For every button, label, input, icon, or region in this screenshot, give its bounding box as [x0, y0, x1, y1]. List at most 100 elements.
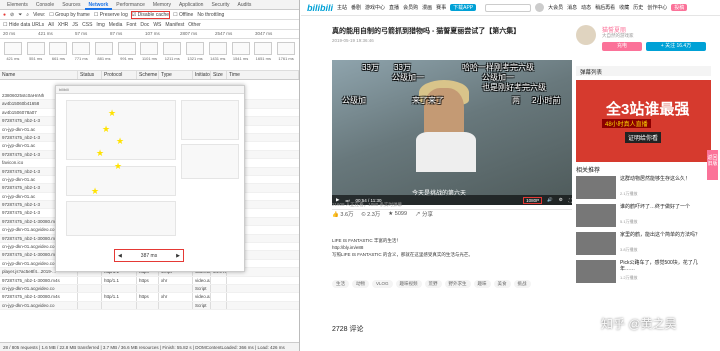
tag[interactable]: 美食 — [493, 280, 511, 288]
table-row[interactable]: 97287475_nb2-1-30080.m4s http/1.1httpsxhr… — [0, 276, 299, 285]
tab-application[interactable]: Application — [175, 0, 207, 10]
right-nav-item[interactable]: 大会员 — [548, 4, 563, 11]
filmstrip-frame[interactable]: 881 ms — [94, 42, 114, 67]
filmstrip-frame[interactable]: 551 ms — [26, 42, 46, 67]
search-input[interactable] — [485, 3, 532, 12]
bilibili-logo[interactable]: bilibili — [307, 3, 333, 13]
table-row[interactable]: 97287475_nb2-1-30080.m4s http/1.1httpsxhr… — [0, 293, 299, 302]
tag[interactable]: 荒野 — [424, 280, 442, 288]
filter-all[interactable]: All — [48, 22, 54, 28]
filter-other[interactable]: Other — [188, 22, 201, 28]
tab-elements[interactable]: Elements — [3, 0, 32, 10]
tab-memory[interactable]: Memory — [149, 0, 175, 10]
tag[interactable]: 动物 — [352, 280, 369, 288]
filter-img[interactable]: Img — [96, 22, 104, 28]
filmstrip-frame[interactable]: 1211 ms — [162, 42, 182, 67]
filmstrip-frame[interactable]: 1541 ms — [231, 42, 251, 67]
filter-css[interactable]: CSS — [82, 22, 92, 28]
uploader-avatar[interactable] — [576, 25, 596, 45]
download-app-button[interactable]: 下载APP — [450, 4, 477, 11]
video-player[interactable]: 33万 33万 哈哈一样刚考完六级 公级加一 公级加一 也是刚好考完六级 公级加… — [332, 60, 572, 205]
col-initiator[interactable]: Initiator — [193, 71, 211, 79]
col-time[interactable]: Time — [227, 71, 299, 79]
record-icon[interactable]: ● — [3, 12, 6, 18]
filmstrip-frame[interactable]: 1651 ms — [253, 42, 273, 67]
hide-data-urls-checkbox[interactable]: ☐ Hide data URLs — [3, 22, 44, 28]
right-nav-item[interactable]: 历史 — [633, 4, 643, 11]
right-nav-item[interactable]: 创作中心 — [647, 4, 667, 11]
nav-item[interactable]: 赛事 — [436, 4, 446, 11]
related-card[interactable]: 家里的鹤，能出这个简单的方法吗？ 3.8万播放 — [576, 232, 711, 256]
nav-item[interactable]: 主站 — [337, 4, 347, 11]
filter-js[interactable]: JS — [72, 22, 78, 28]
related-card[interactable]: Pick公路车了，感觉500块，花了几年…… 1.2万播放 — [576, 260, 711, 284]
throttling-select[interactable]: No throttling — [197, 12, 224, 18]
tag[interactable]: 挑战 — [513, 280, 531, 288]
filmstrip-frame[interactable]: 771 ms — [71, 42, 91, 67]
filter-media[interactable]: Media — [109, 22, 123, 28]
nav-item[interactable]: 会员购 — [403, 4, 418, 11]
tag[interactable]: 生活 — [332, 280, 349, 288]
tab-sources[interactable]: Sources — [58, 0, 84, 10]
tab-console[interactable]: Console — [32, 0, 58, 10]
filmstrip-frame[interactable]: 421 ms — [3, 42, 23, 67]
filmstrip-frame[interactable]: 1321 ms — [185, 42, 205, 67]
favorite-button[interactable]: ★ 5099 — [388, 211, 407, 217]
filter-doc[interactable]: Doc — [140, 22, 149, 28]
old-version-badge[interactable]: 返回旧版 — [707, 150, 718, 180]
avatar[interactable] — [535, 3, 545, 12]
filter-font[interactable]: Font — [126, 22, 136, 28]
tag[interactable]: VLOG — [372, 280, 393, 288]
tab-audits[interactable]: Audits — [234, 0, 256, 10]
like-button[interactable]: 👍 3.6万 — [332, 210, 354, 218]
col-name[interactable]: Name — [0, 71, 78, 79]
filmstrip-frame[interactable]: 991 ms — [117, 42, 137, 67]
related-card[interactable]: 这群动物居然能够生存这么久！ 2.1万播放 — [576, 176, 711, 200]
danmaku-list-toggle[interactable]: 弹幕列表 — [576, 66, 711, 76]
next-frame-icon[interactable]: ▶ — [176, 253, 180, 259]
col-type[interactable]: Type — [159, 71, 193, 79]
right-nav-item[interactable]: 动态 — [581, 4, 591, 11]
nav-item[interactable]: 游戏中心 — [365, 4, 385, 11]
right-nav-item[interactable]: 消息 — [567, 4, 577, 11]
group-by-frame-checkbox[interactable]: ☐ Group by frame — [49, 12, 90, 18]
follow-button[interactable]: + 关注 16.4万 — [646, 42, 706, 51]
search-icon[interactable]: ⌕ — [26, 12, 29, 18]
table-row[interactable]: cn-jyp-dkn-01.acgvideo.co Script — [0, 301, 299, 311]
col-size[interactable]: Size — [211, 71, 227, 79]
filmstrip-frame[interactable]: 1101 ms — [140, 42, 160, 67]
nav-item[interactable]: 直播 — [389, 4, 399, 11]
filmstrip-frame[interactable]: 1431 ms — [208, 42, 228, 67]
share-button[interactable]: ↗ 分享 — [415, 210, 433, 218]
filter-manifest[interactable]: Manifest — [165, 22, 184, 28]
preserve-log-checkbox[interactable]: ☐ Preserve log — [94, 12, 128, 18]
filter-ws[interactable]: WS — [153, 22, 161, 28]
tab-security[interactable]: Security — [207, 0, 233, 10]
prev-frame-icon[interactable]: ◀ — [118, 253, 122, 259]
col-status[interactable]: Status — [78, 71, 102, 79]
right-nav-item[interactable]: 收藏 — [619, 4, 629, 11]
nav-item[interactable]: 番剧 — [351, 4, 361, 11]
tab-performance[interactable]: Performance — [112, 0, 149, 10]
right-nav-item[interactable]: 稍后再看 — [595, 4, 615, 11]
disable-cache-checkbox[interactable]: ☑ Disable cache — [130, 10, 171, 19]
filter-icon[interactable]: ⏷ — [18, 12, 22, 18]
tab-network[interactable]: Network — [84, 0, 113, 10]
charge-button[interactable]: 充电 — [602, 42, 642, 51]
col-scheme[interactable]: Scheme — [137, 71, 159, 79]
nav-item[interactable]: 漫画 — [422, 4, 432, 11]
offline-checkbox[interactable]: ☐ Offline — [173, 12, 193, 18]
col-protocol[interactable]: Protocol — [102, 71, 137, 79]
upload-button[interactable]: 投稿 — [671, 4, 688, 11]
filter-xhr[interactable]: XHR — [58, 22, 69, 28]
timeline-ruler[interactable]: 20 ms 421 ms 57 ms 87 ms 107 ms 2807 ms … — [0, 30, 299, 39]
tag[interactable]: 野外求生 — [444, 280, 471, 288]
table-row[interactable]: cn-jyp-dkn-01.acgvideo.co Script — [0, 284, 299, 294]
ad-banner[interactable]: 全3站谁最强 48小时真人直播 证明给你看 — [576, 80, 711, 162]
clear-icon[interactable]: ⊘ — [10, 12, 14, 18]
tag[interactable]: 趣味视频 — [395, 280, 422, 288]
tag[interactable]: 趣味 — [473, 280, 491, 288]
filmstrip-frame[interactable]: 1761 ms — [276, 42, 296, 67]
coin-button[interactable]: © 2.3万 — [362, 210, 381, 218]
filmstrip-frame[interactable]: 661 ms — [49, 42, 69, 67]
